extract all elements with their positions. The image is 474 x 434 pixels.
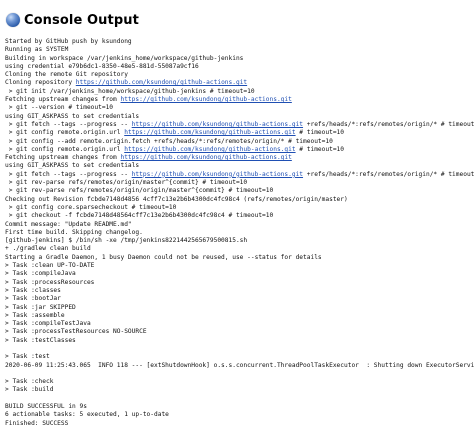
- console-line: > Task :build: [5, 386, 54, 394]
- console-line: > Task :processTestResources NO-SOURCE: [5, 328, 147, 336]
- console-text: > git config remote.origin.url: [5, 129, 125, 137]
- console-line: Cloning repository https://github.com/ks…: [5, 79, 474, 87]
- console-line: > Task :testClasses: [5, 336, 76, 344]
- repo-link[interactable]: https://github.com/ksundong/github-actio…: [76, 79, 247, 86]
- console-text: > git fetch --tags --progress --: [5, 120, 132, 128]
- console-text: # timeout=10: [295, 145, 345, 153]
- repo-link[interactable]: https://github.com/ksundong/github-actio…: [132, 121, 303, 128]
- console-line: 2020-06-09 11:25:43.065 INFO 118 --- [ex…: [5, 361, 474, 369]
- console-line: > git config remote.origin.url https://g…: [5, 129, 474, 137]
- console-text: # timeout=10: [295, 129, 345, 137]
- console-text: Fetching upstream changes from: [5, 154, 121, 162]
- console-line: > git checkout -f fcbde7148d48564cff7c13…: [5, 212, 274, 220]
- console-line: > Task :clean UP-TO-DATE: [5, 262, 95, 270]
- repo-link[interactable]: https://github.com/ksundong/github-actio…: [132, 171, 303, 178]
- console-line: > git init /var/jenkins_home/workspace/g…: [5, 87, 255, 95]
- console-line: > git rev-parse refs/remotes/origin/orig…: [5, 187, 274, 195]
- console-line: First time build. Skipping changelog.: [5, 228, 143, 236]
- console-line: 6 actionable tasks: 5 executed, 1 up-to-…: [5, 411, 169, 419]
- console-line: Finished: SUCCESS: [5, 419, 69, 427]
- console-line: > Task :test: [5, 353, 50, 361]
- console-line: Checking out Revision fcbde7148d4856 4cf…: [5, 195, 348, 203]
- console-line: Commit message: "Update README.md": [5, 220, 132, 228]
- repo-link[interactable]: https://github.com/ksundong/github-actio…: [124, 146, 295, 153]
- console-line: > Task :compileJava: [5, 270, 76, 278]
- blue-ball-icon: [6, 13, 20, 27]
- console-line: > Task :processResources: [5, 278, 95, 286]
- console-line: + ./gradlew clean build: [5, 245, 91, 253]
- repo-link[interactable]: https://github.com/ksundong/github-actio…: [120, 96, 291, 103]
- page-title: Console Output: [24, 12, 139, 28]
- console-line: > git config remote.origin.url https://g…: [5, 146, 474, 154]
- console-line: Building in workspace /var/jenkins_home/…: [5, 54, 244, 62]
- console-line: Cloning the remote Git repository: [5, 71, 128, 79]
- console-text: Fetching upstream changes from: [5, 96, 121, 104]
- console-line: > Task :classes: [5, 286, 61, 294]
- console-line: Starting a Gradle Daemon, 1 busy Daemon …: [5, 253, 322, 261]
- console-text: Cloning repository: [5, 79, 76, 87]
- console-line: > Task :jar SKIPPED: [5, 303, 76, 311]
- console-line: > Task :bootJar: [5, 295, 61, 303]
- console-text: > git config remote.origin.url: [5, 145, 125, 153]
- console-line: > Task :compileTestJava: [5, 320, 91, 328]
- console-line: [github-jenkins] $ /bin/sh -xe /tmp/jenk…: [5, 237, 248, 245]
- console-line: > Task :check: [5, 378, 54, 386]
- page-header: Console Output: [0, 0, 474, 31]
- repo-link[interactable]: https://github.com/ksundong/github-actio…: [124, 129, 295, 136]
- console-text: > git fetch --tags --progress --: [5, 170, 132, 178]
- console-line: > git --version # timeout=10: [5, 104, 114, 112]
- console-line: > Task :assemble: [5, 311, 65, 319]
- console-line: BUILD SUCCESSFUL in 9s: [5, 403, 87, 411]
- console-output: Started by GitHub push by ksundong Runnin…: [5, 38, 474, 428]
- console-text: +refs/heads/*:refs/remotes/origin/* # ti…: [303, 170, 474, 178]
- console-line: > git fetch --tags --progress -- https:/…: [5, 171, 474, 179]
- console-line: > git config --add remote.origin.fetch +…: [5, 137, 333, 145]
- console-line: Fetching upstream changes from https://g…: [5, 96, 474, 104]
- console-text: +refs/heads/*:refs/remotes/origin/* # ti…: [303, 120, 474, 128]
- console-line: using GIT_ASKPASS to set credentials: [5, 112, 140, 120]
- repo-link[interactable]: https://github.com/ksundong/github-actio…: [120, 154, 291, 161]
- console-line: > git rev-parse refs/remotes/origin/mast…: [5, 179, 248, 187]
- console-line: > git fetch --tags --progress -- https:/…: [5, 121, 474, 129]
- console-line: using GIT_ASKPASS to set credentials: [5, 162, 140, 170]
- console-line: > git config core.sparsecheckout # timeo…: [5, 203, 177, 211]
- console-line: Started by GitHub push by ksundong: [5, 38, 132, 45]
- console-line: using credential e79b6dc1-8350-48e5-881d…: [5, 62, 199, 70]
- console-line: Running as SYSTEM: [5, 46, 69, 54]
- console-line: Fetching upstream changes from https://g…: [5, 154, 474, 162]
